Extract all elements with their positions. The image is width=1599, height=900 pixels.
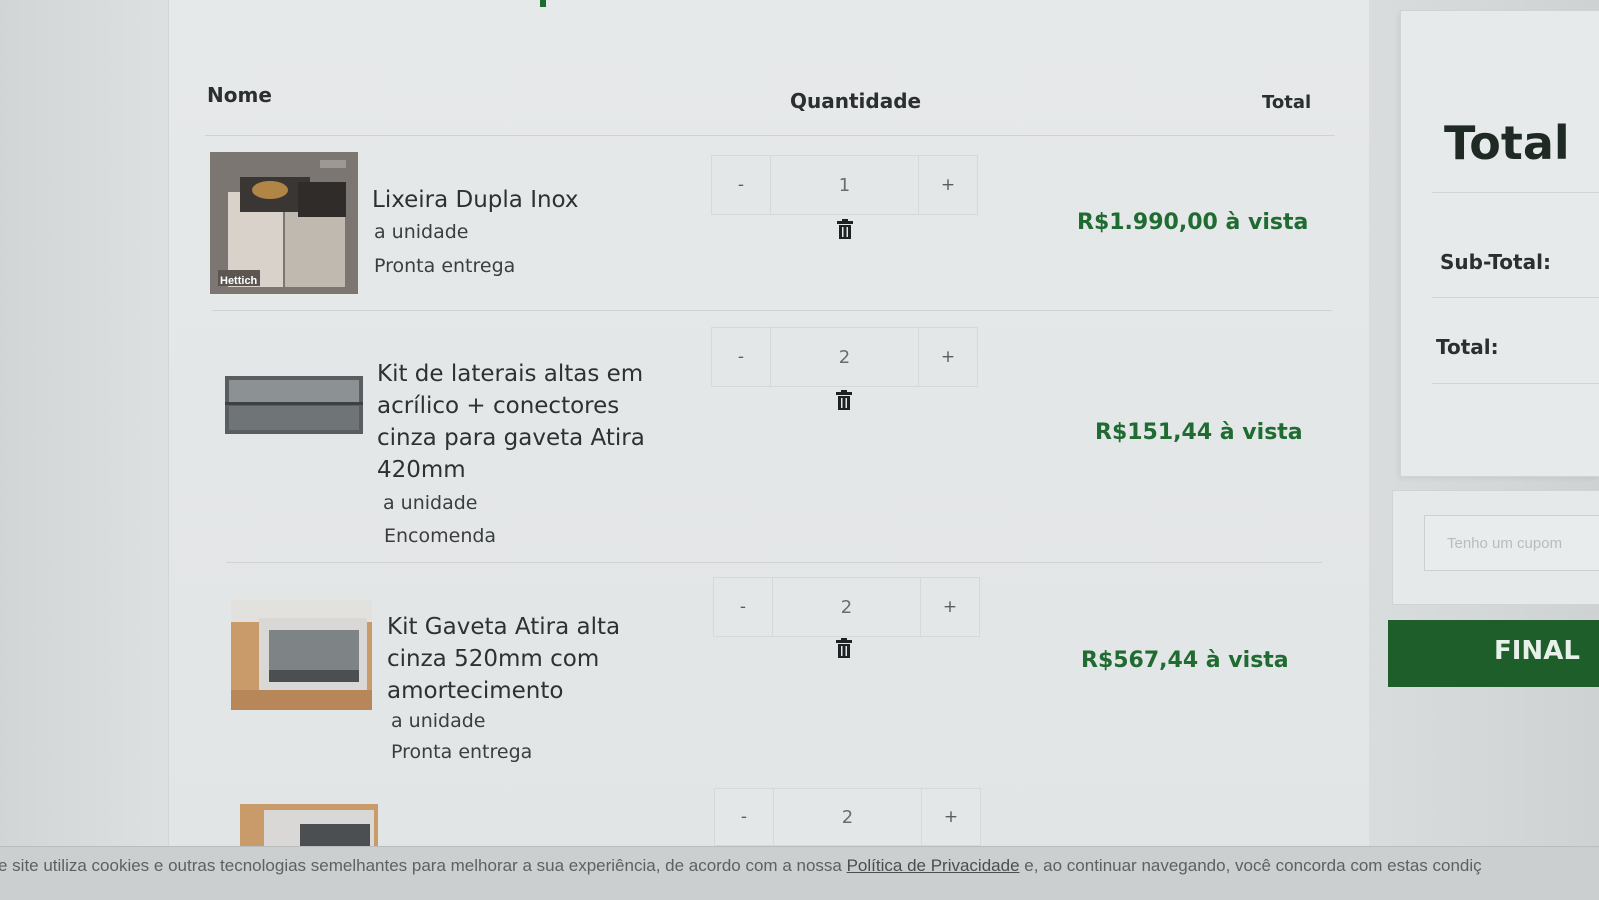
order-summary-card — [1400, 10, 1599, 477]
product-image[interactable] — [240, 804, 378, 846]
increase-quantity-button[interactable]: + — [922, 789, 980, 845]
product-unit: a unidade — [374, 221, 469, 243]
item-total-price: R$151,44 à vista — [1095, 420, 1303, 445]
finalize-purchase-button[interactable]: FINAL — [1388, 620, 1599, 687]
product-image[interactable] — [225, 376, 363, 434]
product-availability: Pronta entrega — [391, 741, 533, 763]
column-header-quantity: Quantidade — [790, 89, 922, 113]
trash-icon[interactable] — [836, 390, 852, 410]
coupon-input[interactable]: Tenho um cupom — [1424, 515, 1599, 571]
product-availability: Encomenda — [384, 525, 497, 547]
product-unit: a unidade — [383, 492, 478, 514]
increase-quantity-button[interactable]: + — [919, 328, 977, 386]
decrease-quantity-button[interactable]: - — [712, 328, 770, 386]
row-divider — [226, 562, 1322, 563]
summary-divider — [1432, 383, 1599, 384]
trash-icon[interactable] — [837, 219, 853, 239]
quantity-stepper: - 2 + — [714, 788, 981, 846]
top-indicator — [540, 0, 546, 7]
subtotal-label: Sub-Total: — [1440, 250, 1551, 274]
quantity-stepper: - 2 + — [711, 327, 978, 387]
header-divider — [205, 135, 1335, 136]
product-name[interactable]: Lixeira Dupla Inox — [372, 184, 672, 216]
item-total-price: R$567,44 à vista — [1081, 648, 1289, 673]
product-image[interactable] — [231, 600, 372, 710]
quantity-input[interactable]: 1 — [770, 156, 919, 214]
quantity-input[interactable]: 2 — [773, 789, 922, 845]
privacy-policy-link[interactable]: Política de Privacidade — [847, 856, 1020, 875]
decrease-quantity-button[interactable]: - — [715, 789, 773, 845]
quantity-stepper: - 1 + — [711, 155, 978, 215]
product-availability: Pronta entrega — [374, 255, 516, 277]
product-name[interactable]: Kit Gaveta Atira alta cinza 520mm com am… — [387, 611, 687, 707]
product-name[interactable]: Kit de laterais altas em acrílico + cone… — [377, 358, 677, 486]
summary-divider — [1432, 297, 1599, 298]
quantity-input[interactable]: 2 — [770, 328, 919, 386]
cookie-text-after: e, ao continuar navegando, você concorda… — [1019, 856, 1482, 875]
decrease-quantity-button[interactable]: - — [714, 578, 772, 636]
quantity-stepper: - 2 + — [713, 577, 980, 637]
total-label: Total: — [1436, 335, 1499, 359]
column-header-name: Nome — [207, 83, 272, 107]
summary-title: Total — [1444, 116, 1570, 170]
cookie-consent-text: e site utiliza cookies e outras tecnolog… — [0, 856, 1482, 876]
row-divider — [212, 310, 1332, 311]
increase-quantity-button[interactable]: + — [919, 156, 977, 214]
decrease-quantity-button[interactable]: - — [712, 156, 770, 214]
product-unit: a unidade — [391, 710, 486, 732]
cookie-text-before: e site utiliza cookies e outras tecnolog… — [0, 856, 847, 875]
item-total-price: R$1.990,00 à vista — [1077, 210, 1309, 235]
thumb-brand-label: Hettich — [220, 275, 258, 287]
quantity-input[interactable]: 2 — [772, 578, 921, 636]
trash-icon[interactable] — [836, 638, 852, 658]
increase-quantity-button[interactable]: + — [921, 578, 979, 636]
column-header-total: Total — [1262, 92, 1312, 113]
product-image[interactable]: Hettich — [210, 152, 358, 294]
summary-divider — [1432, 192, 1599, 193]
